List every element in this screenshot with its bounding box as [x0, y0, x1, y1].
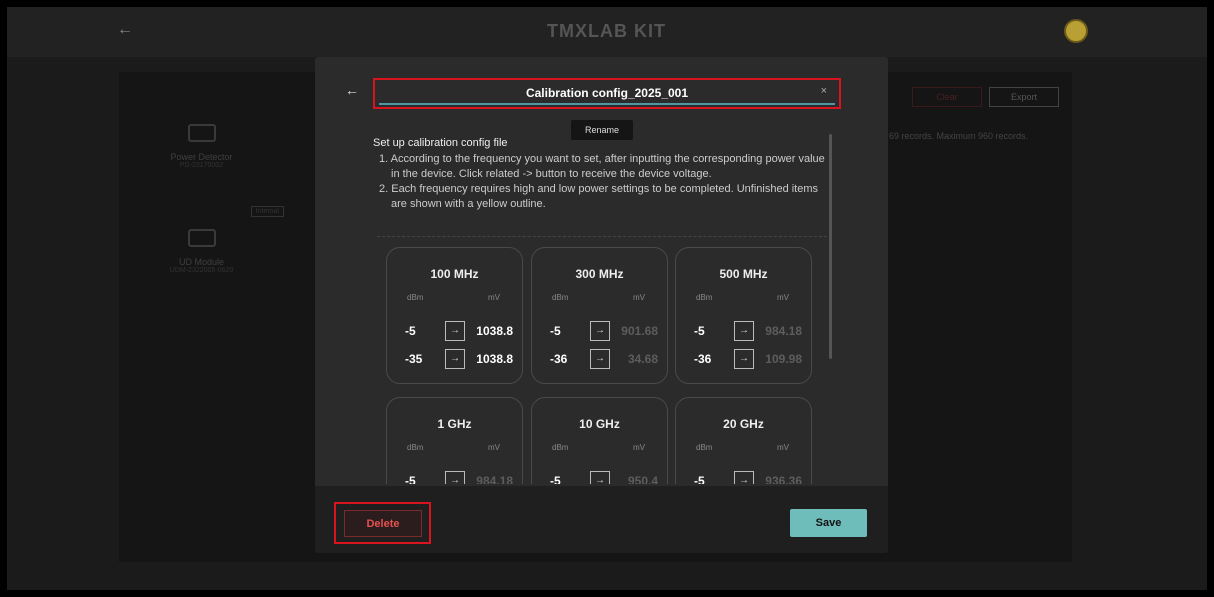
receive-voltage-button[interactable]: → [590, 321, 610, 341]
frequency-label: 20 GHz [723, 417, 764, 431]
dbm-value[interactable]: -5 [405, 324, 416, 338]
receive-voltage-button[interactable]: → [590, 471, 610, 484]
config-name-input[interactable] [379, 82, 835, 105]
frequency-card: 1 GHz dBm mV -5 → 984.18 [386, 397, 523, 484]
dbm-value[interactable]: -35 [405, 352, 422, 366]
dbm-value[interactable]: -5 [694, 324, 705, 338]
dbm-value[interactable]: -5 [550, 324, 561, 338]
calibration-row: -5 → 984.18 [387, 471, 522, 484]
receive-voltage-button[interactable]: → [445, 349, 465, 369]
dbm-value[interactable]: -5 [550, 474, 561, 484]
clear-icon[interactable]: × [821, 85, 827, 97]
dbm-value[interactable]: -36 [694, 352, 711, 366]
receive-voltage-button[interactable]: → [734, 471, 754, 484]
app-window: ← TMXLAB KIT Power Detector PD-23170002 … [7, 7, 1207, 590]
frequency-label: 10 GHz [579, 417, 620, 431]
save-button[interactable]: Save [790, 509, 867, 537]
receive-voltage-button[interactable]: → [445, 471, 465, 484]
clear-button: Clear [912, 87, 982, 107]
mv-value: 109.98 [765, 352, 802, 366]
modal-back-icon[interactable]: ← [345, 82, 359, 98]
calibration-row: -36 → 34.68 [532, 349, 667, 369]
delete-button[interactable]: Delete [344, 510, 422, 537]
dbm-column-header: dBm [407, 443, 424, 452]
dbm-column-header: dBm [407, 293, 424, 302]
calibration-row: -36 → 109.98 [676, 349, 811, 369]
calibration-row: -5 → 1038.8 [387, 321, 522, 341]
frequency-card: 300 MHz dBm mV -5 → 901.68 -36 → 34.68 [531, 247, 668, 384]
frequency-label: 1 GHz [437, 417, 472, 431]
receive-voltage-button[interactable]: → [734, 349, 754, 369]
export-button: Export [989, 87, 1059, 107]
frequency-label: 100 MHz [430, 267, 479, 281]
avatar[interactable] [1064, 19, 1088, 43]
frequency-card: 500 MHz dBm mV -5 → 984.18 -36 → 109.98 [675, 247, 812, 384]
device-item-ud-module[interactable]: UD Module UDM-2322005-0620 [119, 229, 284, 274]
mv-value: 984.18 [765, 324, 802, 338]
dbm-column-header: dBm [552, 443, 569, 452]
calibration-row: -5 → 984.18 [676, 321, 811, 341]
frequency-label: 300 MHz [575, 267, 624, 281]
divider [377, 236, 827, 237]
top-bar: ← TMXLAB KIT [7, 7, 1207, 57]
calibration-config-modal: ← × Rename Set up calibration config fil… [315, 57, 888, 553]
mv-value: 936.36 [765, 474, 802, 484]
mv-column-header: mV [777, 293, 789, 302]
mv-column-header: mV [488, 443, 500, 452]
mv-value: 1038.8 [476, 324, 513, 338]
app-logo: TMXLAB KIT [547, 21, 666, 41]
back-arrow-icon[interactable]: ← [117, 21, 133, 39]
mv-column-header: mV [633, 443, 645, 452]
modal-content: Set up calibration config file 1. Accord… [373, 136, 833, 484]
calibration-row: -5 → 901.68 [532, 321, 667, 341]
instructions-list: 1. According to the frequency you want t… [379, 152, 827, 212]
device-icon [187, 229, 216, 247]
frequency-card: 100 MHz dBm mV -5 → 1038.8 -35 → 1038.8 [386, 247, 523, 384]
device-icon [187, 124, 216, 142]
mv-value: 950.4 [627, 474, 658, 484]
receive-voltage-button[interactable]: → [445, 321, 465, 341]
receive-voltage-button[interactable]: → [734, 321, 754, 341]
calibration-row: -5 → 936.36 [676, 471, 811, 484]
modal-footer: Delete Save [315, 486, 888, 553]
mv-value: 984.18 [476, 474, 513, 484]
dbm-value[interactable]: -36 [550, 352, 567, 366]
records-text: 69 records. Maximum 960 records. [889, 131, 1029, 141]
device-item-power-detector[interactable]: Power Detector PD-23170002 [119, 124, 284, 169]
scrollbar[interactable] [829, 134, 832, 359]
dbm-value[interactable]: -5 [405, 474, 416, 484]
instruction-item: 1. According to the frequency you want t… [379, 153, 825, 180]
mv-column-header: mV [633, 293, 645, 302]
dbm-column-header: dBm [696, 293, 713, 302]
mv-column-header: mV [488, 293, 500, 302]
title-highlight: × [373, 78, 841, 109]
device-list: Power Detector PD-23170002 Internal UD M… [119, 99, 284, 359]
mv-column-header: mV [777, 443, 789, 452]
instruction-item: 2. Each frequency requires high and low … [379, 183, 819, 210]
calibration-row: -35 → 1038.8 [387, 349, 522, 369]
dbm-column-header: dBm [696, 443, 713, 452]
mv-value: 34.68 [627, 352, 658, 366]
frequency-label: 500 MHz [719, 267, 768, 281]
frequency-card: 20 GHz dBm mV -5 → 936.36 [675, 397, 812, 484]
delete-highlight: Delete [334, 502, 431, 544]
device-name: Power Detector [170, 152, 233, 162]
receive-voltage-button[interactable]: → [590, 349, 610, 369]
calibration-row: -5 → 950.4 [532, 471, 667, 484]
dbm-value[interactable]: -5 [694, 474, 705, 484]
dbm-column-header: dBm [552, 293, 569, 302]
internal-badge: Internal [250, 206, 284, 217]
device-serial: PD-23170002 [179, 162, 224, 169]
mv-value: 1038.8 [476, 352, 513, 366]
frequency-card: 10 GHz dBm mV -5 → 950.4 [531, 397, 668, 484]
section-title: Set up calibration config file [373, 137, 508, 149]
device-name: UD Module [178, 257, 225, 267]
mv-value: 901.68 [621, 324, 658, 338]
device-serial: UDM-2322005-0620 [169, 267, 234, 274]
